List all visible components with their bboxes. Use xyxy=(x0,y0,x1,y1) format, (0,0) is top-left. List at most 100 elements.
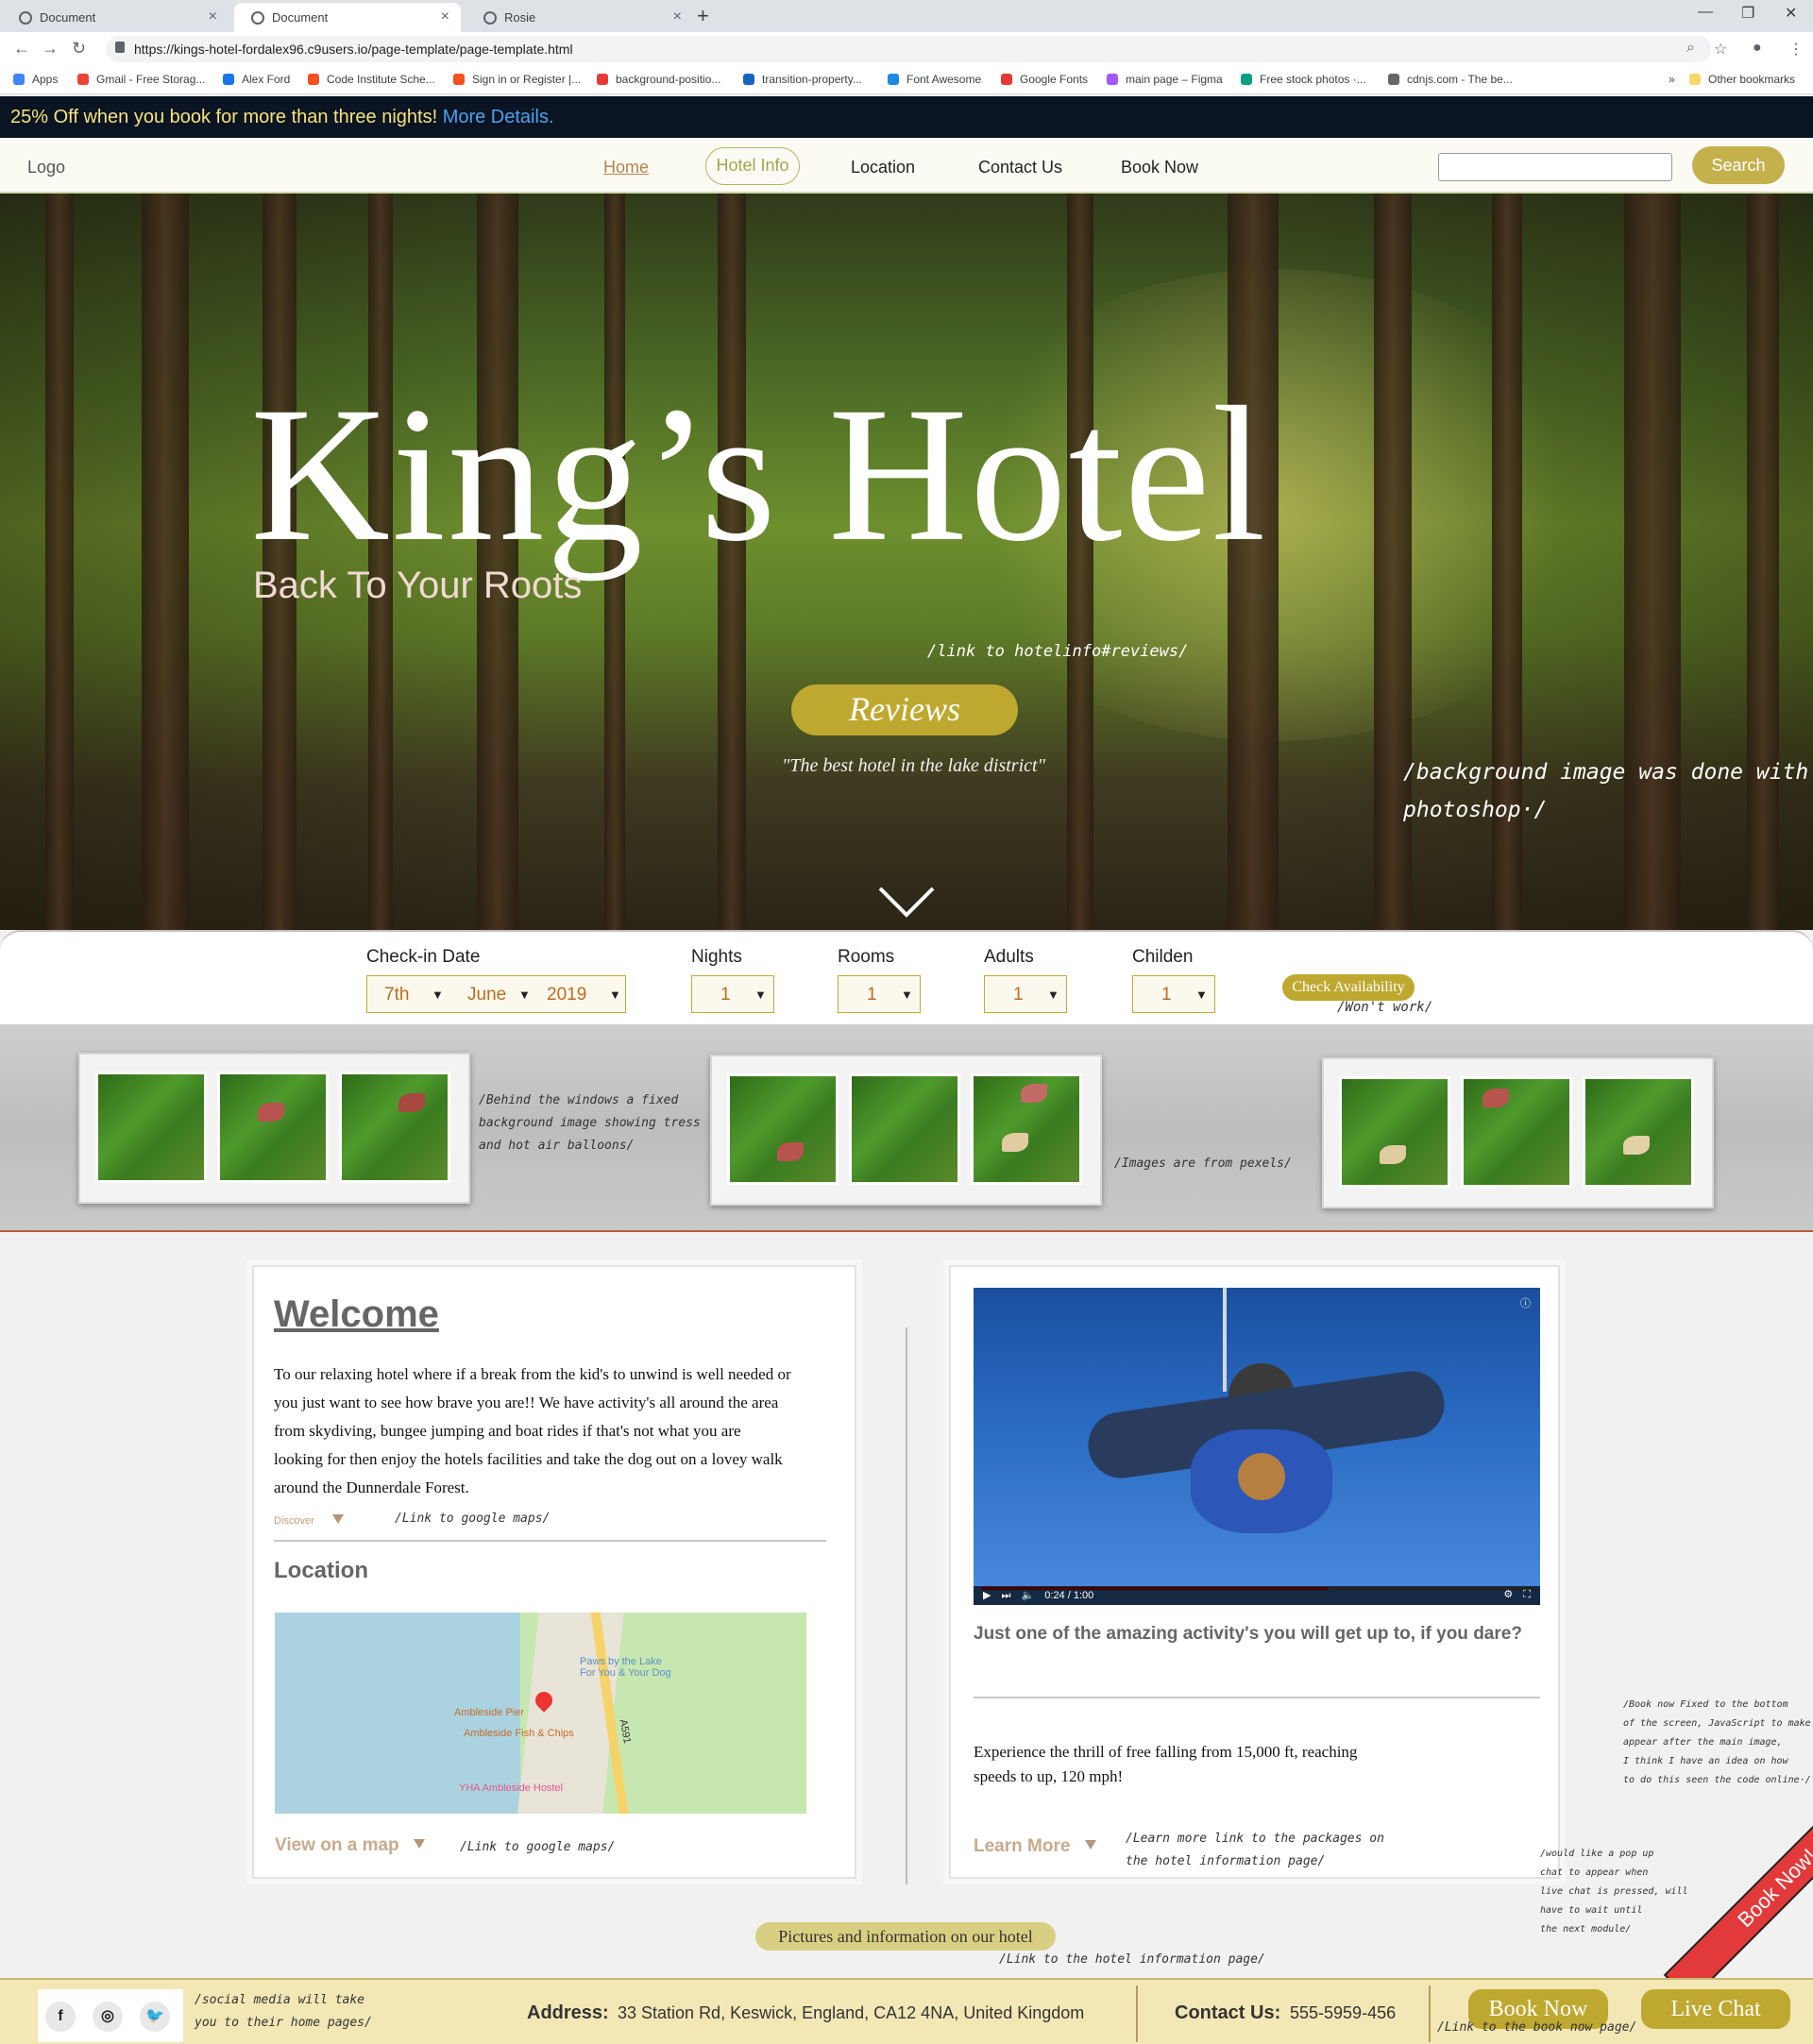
tree-trunk xyxy=(1624,194,1681,930)
activity-heading: Just one of the amazing activity's you w… xyxy=(974,1624,1522,1644)
site-logo[interactable]: Logo xyxy=(27,158,65,177)
bookmark-item[interactable]: Sign in or Register |... xyxy=(453,73,581,86)
bookmark-label: Google Fonts xyxy=(1020,73,1089,86)
bookmark-icon xyxy=(597,74,608,85)
checkin-label: Check-in Date xyxy=(366,947,481,967)
lock-icon xyxy=(115,42,125,53)
divider xyxy=(974,1697,1540,1698)
bookmark-label: cdnjs.com - The be... xyxy=(1407,73,1513,86)
bookmark-icon xyxy=(1388,74,1399,85)
window-pane xyxy=(849,1073,960,1185)
annotation-windows: /Behind the windows a fixed xyxy=(479,1093,679,1107)
nav-hotel-info[interactable]: Hotel Info xyxy=(705,147,800,185)
bookmark-item[interactable]: Free stock photos ·... xyxy=(1241,73,1366,86)
close-icon[interactable]: × xyxy=(209,8,217,25)
search-button[interactable]: Search xyxy=(1692,146,1785,184)
address-label: Address: xyxy=(527,2002,609,2023)
globe-icon xyxy=(251,11,264,25)
info-icon[interactable]: ⓘ xyxy=(1520,1295,1531,1310)
window-pane xyxy=(339,1072,450,1183)
bookmark-item[interactable]: Alex Ford xyxy=(223,73,290,86)
annotation-social: you to their home pages/ xyxy=(195,2016,372,2030)
parachute-cord xyxy=(1223,1288,1227,1392)
nights-select[interactable]: 1 ▼ xyxy=(691,975,774,1013)
bookmark-icon xyxy=(1001,74,1012,85)
url-field[interactable]: https://kings-hotel-fordalex96.c9users.i… xyxy=(106,36,1711,62)
bookmark-item[interactable]: Google Fonts xyxy=(1001,73,1088,86)
caret-down-icon: ▼ xyxy=(609,988,621,1002)
window-pane xyxy=(1583,1076,1694,1188)
bookmark-item[interactable]: Apps xyxy=(13,73,58,86)
bookmark-item[interactable]: Code Institute Sche... xyxy=(308,73,435,86)
children-select[interactable]: 1 ▼ xyxy=(1132,975,1215,1013)
learn-more-link[interactable]: Learn More xyxy=(974,1836,1096,1857)
bookmark-item[interactable]: main page – Figma xyxy=(1107,73,1223,86)
annotation-discover: /Link to google maps/ xyxy=(395,1512,551,1526)
leaf xyxy=(777,1142,804,1161)
skydiving-video[interactable]: ⓘ ▶ ⏭ 🔈 0:24 / 1:00 ⚙ ⛶ xyxy=(974,1288,1540,1605)
volume-icon[interactable]: 🔈 xyxy=(1022,1590,1035,1601)
gear-icon[interactable]: ⚙ xyxy=(1503,1589,1513,1600)
close-window-icon[interactable]: ✕ xyxy=(1785,4,1797,23)
column-divider xyxy=(906,1327,907,1884)
view-on-map-link[interactable]: View on a map xyxy=(275,1835,425,1856)
hero-subtitle: Back To Your Roots xyxy=(253,565,583,606)
minimize-icon[interactable]: — xyxy=(1698,4,1713,21)
close-icon[interactable]: × xyxy=(441,8,449,25)
location-map[interactable]: Paws by the Lake For You & Your Dog Ambl… xyxy=(275,1613,806,1814)
live-chat-button[interactable]: Live Chat xyxy=(1641,1989,1790,2029)
discover-link[interactable]: Discover xyxy=(274,1514,344,1527)
bookmark-item[interactable]: Gmail - Free Storag... xyxy=(77,73,205,86)
more-details-link[interactable]: More Details. xyxy=(443,107,554,127)
annotation-check: /Won't work/ xyxy=(1337,1000,1433,1015)
check-availability-button[interactable]: Check Availability xyxy=(1282,974,1415,1001)
rooms-select[interactable]: 1 ▼ xyxy=(838,975,921,1013)
bookmark-item[interactable]: cdnjs.com - The be... xyxy=(1388,73,1513,86)
nav-contact-us[interactable]: Contact Us xyxy=(978,158,1062,177)
annotation-line: /would like a pop up xyxy=(1540,1849,1654,1859)
other-bookmarks[interactable]: Other bookmarks xyxy=(1689,73,1795,86)
annotation-line: of the screen, JavaScript to make xyxy=(1623,1718,1811,1729)
menu-icon[interactable]: ⋮ xyxy=(1788,40,1804,59)
avatar[interactable]: ● xyxy=(1753,40,1762,57)
annotation-background: /background image was done with xyxy=(1403,760,1809,785)
search-input[interactable] xyxy=(1438,153,1672,181)
reviews-button[interactable]: Reviews xyxy=(791,684,1018,735)
pictures-info-button[interactable]: Pictures and information on our hotel xyxy=(755,1922,1056,1951)
forward-icon[interactable]: → xyxy=(42,39,59,59)
bookmark-item[interactable]: transition-property... xyxy=(743,73,862,86)
browser-tab[interactable]: Document × xyxy=(2,3,229,32)
annotation-windows: and hot air balloons/ xyxy=(479,1139,635,1153)
instagram-icon[interactable]: ◎ xyxy=(93,2002,123,2032)
close-icon[interactable]: × xyxy=(673,8,682,25)
fullscreen-icon[interactable]: ⛶ xyxy=(1523,1589,1531,1600)
nav-home[interactable]: Home xyxy=(603,158,649,177)
play-icon[interactable]: ▶ xyxy=(983,1590,991,1601)
restore-icon[interactable]: ❐ xyxy=(1741,4,1754,23)
adults-select[interactable]: 1 ▼ xyxy=(984,975,1067,1013)
tab-title: Rosie xyxy=(504,10,536,25)
twitter-icon[interactable]: 🐦 xyxy=(140,2002,170,2032)
chevron-right-icon[interactable]: » xyxy=(1669,73,1675,86)
zoom-icon[interactable]: ⌕ xyxy=(1686,40,1695,57)
new-tab-button[interactable]: + xyxy=(697,4,709,28)
star-icon[interactable]: ☆ xyxy=(1714,40,1727,59)
browser-tab[interactable]: Rosie × xyxy=(466,3,693,32)
chevron-down-icon[interactable] xyxy=(878,883,935,921)
bookmark-icon xyxy=(77,74,89,85)
annotation-windows: background image showing tress xyxy=(479,1116,701,1130)
checkin-date-select[interactable]: 7th ▼ June ▼ 2019 ▼ xyxy=(366,975,626,1013)
annotation-line: the next module/ xyxy=(1540,1924,1632,1934)
next-icon[interactable]: ⏭ xyxy=(1002,1590,1011,1601)
back-icon[interactable]: ← xyxy=(13,39,30,59)
facebook-icon[interactable]: f xyxy=(45,2002,76,2032)
bookmark-item[interactable]: background-positio... xyxy=(597,73,720,86)
nights-label: Nights xyxy=(691,947,742,967)
map-label: Paws by the Lake xyxy=(580,1656,662,1667)
reload-icon[interactable]: ↻ xyxy=(72,39,86,59)
social-links: f ◎ 🐦 xyxy=(38,1989,183,2042)
bookmark-item[interactable]: Font Awesome xyxy=(888,73,981,86)
browser-tab-active[interactable]: Document × xyxy=(234,3,461,32)
nav-location[interactable]: Location xyxy=(851,158,915,177)
nav-book-now[interactable]: Book Now xyxy=(1121,158,1198,177)
